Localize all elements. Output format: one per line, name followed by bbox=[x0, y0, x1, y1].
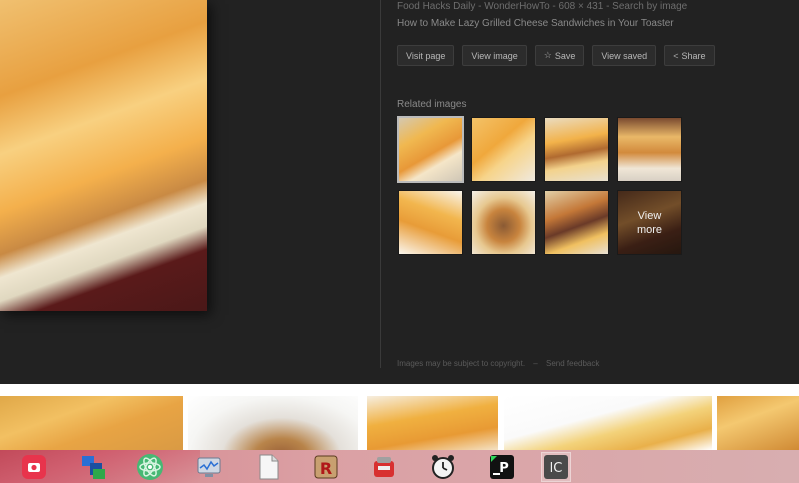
save-label: Save bbox=[554, 50, 576, 61]
atom-editor-icon[interactable] bbox=[135, 452, 165, 482]
related-image-thumbnail[interactable] bbox=[544, 117, 609, 182]
related-image-thumbnail[interactable] bbox=[471, 117, 536, 182]
related-image-thumbnail[interactable] bbox=[617, 117, 682, 182]
related-images-grid: View more bbox=[397, 116, 682, 255]
result-image[interactable] bbox=[188, 396, 358, 450]
footer-separator: – bbox=[533, 359, 538, 368]
preview-footer: Images may be subject to copyright. – Se… bbox=[397, 359, 605, 368]
view-saved-button[interactable]: View saved bbox=[592, 45, 657, 66]
related-image-thumbnail[interactable] bbox=[544, 190, 609, 255]
ide-terminal-icon[interactable]: P bbox=[487, 452, 517, 482]
view-image-label: View image bbox=[471, 50, 518, 61]
app-r-icon[interactable]: R bbox=[311, 452, 341, 482]
copyright-note: Images may be subject to copyright. bbox=[397, 359, 526, 368]
alarm-clock-icon[interactable] bbox=[428, 452, 458, 482]
visit-page-label: Visit page bbox=[406, 50, 446, 61]
image-source-line[interactable]: Food Hacks Daily - WonderHowTo - 608 × 4… bbox=[397, 1, 687, 12]
view-more-tile[interactable]: View more bbox=[617, 190, 682, 255]
svg-text:R: R bbox=[320, 459, 332, 478]
save-button[interactable]: ☆ Save bbox=[534, 45, 585, 66]
result-image[interactable] bbox=[0, 396, 183, 450]
view-saved-label: View saved bbox=[601, 50, 648, 61]
svg-text:lC: lC bbox=[550, 461, 563, 476]
document-viewer-icon[interactable] bbox=[253, 452, 283, 482]
visit-page-button[interactable]: Visit page bbox=[397, 45, 455, 66]
network-manager-icon[interactable] bbox=[78, 452, 108, 482]
view-image-button[interactable]: View image bbox=[462, 45, 527, 66]
result-image[interactable] bbox=[504, 396, 712, 450]
share-label: Share bbox=[681, 50, 706, 61]
result-image[interactable] bbox=[717, 396, 799, 450]
lc-app-icon[interactable]: lC bbox=[541, 452, 571, 482]
share-icon: < bbox=[673, 50, 679, 61]
image-results-row bbox=[0, 384, 799, 450]
svg-text:P: P bbox=[499, 461, 509, 476]
taskbar: R P lC bbox=[0, 450, 799, 483]
view-more-label: View more bbox=[618, 191, 681, 254]
related-images-heading: Related images bbox=[397, 99, 467, 110]
related-image-thumbnail[interactable] bbox=[397, 116, 464, 183]
action-buttons: Visit page View image ☆ Save View saved … bbox=[397, 45, 715, 66]
share-button[interactable]: < Share bbox=[664, 45, 715, 66]
preview-image[interactable] bbox=[0, 0, 207, 311]
system-monitor-icon[interactable] bbox=[194, 452, 224, 482]
image-preview-panel: Food Hacks Daily - WonderHowTo - 608 × 4… bbox=[0, 0, 799, 384]
screen-recorder-icon[interactable] bbox=[19, 452, 49, 482]
star-icon: ☆ bbox=[543, 50, 552, 60]
image-title[interactable]: How to Make Lazy Grilled Cheese Sandwich… bbox=[397, 18, 674, 29]
send-feedback-link[interactable]: Send feedback bbox=[546, 359, 599, 368]
related-image-thumbnail[interactable] bbox=[398, 190, 463, 255]
result-image[interactable] bbox=[367, 396, 498, 450]
panel-divider bbox=[380, 0, 381, 368]
related-image-thumbnail[interactable] bbox=[471, 190, 536, 255]
backup-app-icon[interactable] bbox=[369, 452, 399, 482]
